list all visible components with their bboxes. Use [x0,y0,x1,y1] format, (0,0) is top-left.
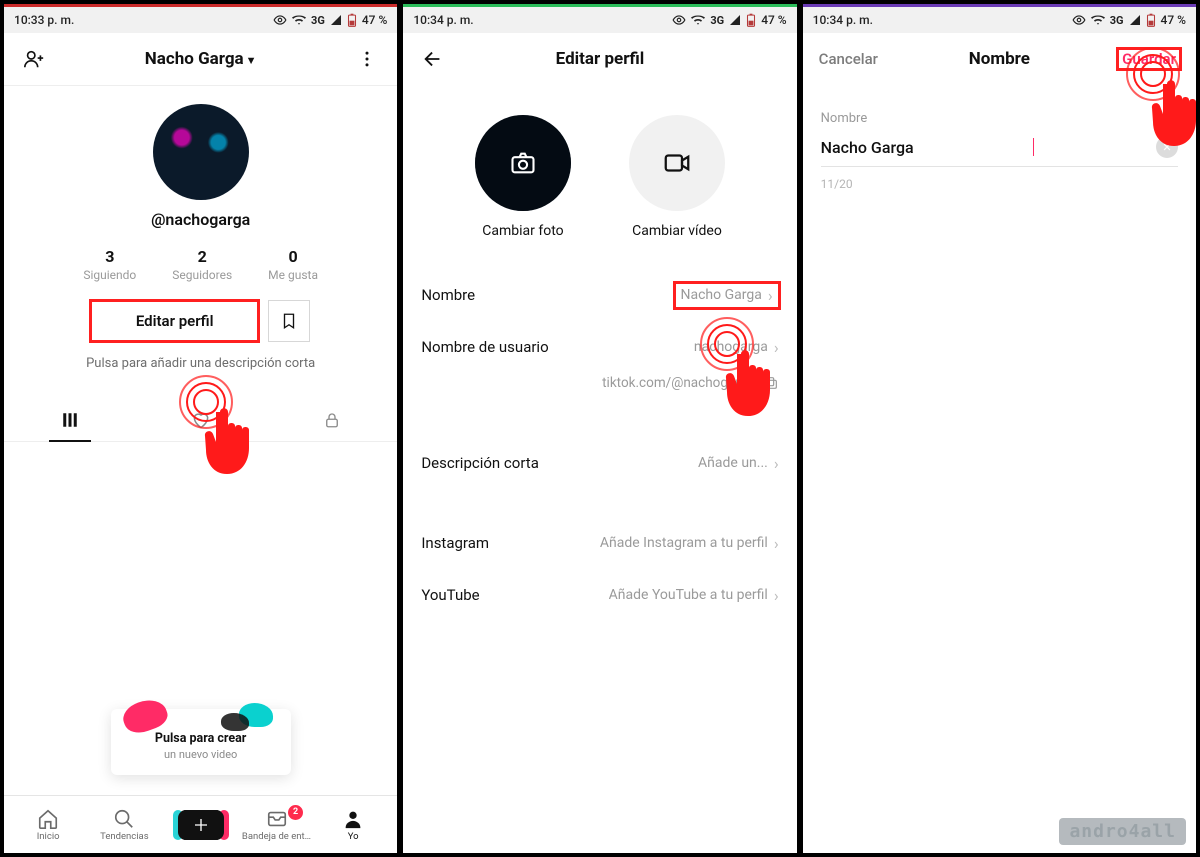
status-time: 10:33 p. m. [14,13,74,27]
row-bio[interactable]: Descripción corta Añade un... › [421,437,778,489]
chevron-right-icon: › [774,586,779,605]
add-friend-button[interactable] [20,45,48,73]
username-label[interactable]: @nachogarga [151,210,250,229]
status-bar: 10:34 p. m. 3G 47 % [803,7,1196,33]
name-topbar: Cancelar Nombre Guardar [803,33,1196,85]
nav-home[interactable]: Inicio [10,808,86,842]
bookmark-icon [280,312,298,330]
plus-icon [193,817,209,833]
row-youtube[interactable]: YouTube Añade YouTube a tu perfil › [421,569,778,621]
signal-icon [729,14,741,26]
clear-input-button[interactable] [1156,136,1178,158]
copy-icon [763,375,779,391]
cancel-button[interactable]: Cancelar [819,50,878,68]
eye-icon [273,13,287,27]
name-edit-form: Nombre 11/20 [803,85,1196,191]
bottom-nav: Inicio Tendencias 2 Bandeja de entrada Y… [4,795,397,853]
grid-icon [61,411,79,429]
search-icon [113,808,135,830]
save-button[interactable]: Guardar [1118,49,1180,69]
chevron-right-icon: › [774,338,779,357]
battery-icon [1146,13,1156,27]
row-instagram[interactable]: Instagram Añade Instagram a tu perfil › [421,517,778,569]
tab-private[interactable] [266,399,397,441]
avatar[interactable] [153,104,249,200]
text-cursor [1033,138,1035,156]
char-counter: 11/20 [821,177,1178,191]
profile-name-dropdown[interactable]: Nacho Garga▼ [4,49,397,69]
chevron-right-icon: › [768,286,773,305]
chevron-right-icon: › [774,534,779,553]
nav-me[interactable]: Yo [315,808,391,842]
edit-profile-button[interactable]: Editar perfil [91,301,259,341]
close-icon [1162,142,1172,152]
tab-feed[interactable] [4,399,135,441]
heart-icon [191,410,211,430]
change-video-button[interactable]: Cambiar vídeo [629,115,725,239]
screenshot-profile: 10:33 p. m. 3G 47 % Nacho Garga▼ @nachog… [4,4,397,853]
screenshot-edit-profile: 10:34 p. m. 3G 47 % Editar perfil Cambia… [403,4,796,853]
battery-pct: 47 % [362,13,387,27]
battery-icon [347,13,357,27]
media-row: Cambiar foto Cambiar vídeo [403,85,796,249]
feed-area: Pulsa para crear un nuevo video [4,442,397,795]
lock-icon [323,411,341,429]
stat-following[interactable]: 3 Siguiendo [83,247,136,282]
eye-icon [1072,13,1086,27]
tab-liked[interactable] [135,399,266,441]
eye-icon [672,13,686,27]
signal-icon [1129,14,1141,26]
edit-profile-topbar: Editar perfil [403,33,796,85]
signal-icon [330,14,342,26]
screenshot-edit-name: 10:34 p. m. 3G 47 % Cancelar Nombre Guar… [803,4,1196,853]
watermark: andro4all [1059,818,1186,845]
arrow-left-icon [422,48,444,70]
change-photo-button[interactable]: Cambiar foto [475,115,571,239]
network-label: 3G [311,14,325,27]
row-username[interactable]: Nombre de usuario nachogarga › [421,321,778,373]
battery-pct: 47 % [1161,13,1186,27]
row-name[interactable]: Nombre Nacho Garga › [421,269,778,321]
bio-hint[interactable]: Pulsa para añadir una descripción corta [86,356,315,371]
wifi-icon [292,13,306,27]
stats-row: 3 Siguiendo 2 Seguidores 0 Me gusta [83,247,318,282]
page-title: Editar perfil [403,49,796,69]
status-bar: 10:33 p. m. 3G 47 % [4,7,397,33]
profile-section: @nachogarga 3 Siguiendo 2 Seguidores 0 M… [4,86,397,371]
stat-followers[interactable]: 2 Seguidores [172,247,232,282]
inbox-icon [266,808,288,830]
back-button[interactable] [419,45,447,73]
status-bar: 10:34 p. m. 3G 47 % [403,7,796,33]
status-time: 10:34 p. m. [813,13,873,27]
nav-create[interactable] [163,810,239,840]
battery-pct: 47 % [761,13,786,27]
stat-likes[interactable]: 0 Me gusta [268,247,318,282]
name-input[interactable] [821,138,1024,157]
network-label: 3G [710,14,724,27]
network-label: 3G [1110,14,1124,27]
battery-icon [746,13,756,27]
chevron-right-icon: › [774,454,779,473]
create-video-hint[interactable]: Pulsa para crear un nuevo video [111,709,291,775]
inbox-badge: 2 [288,805,303,820]
more-options-button[interactable] [353,45,381,73]
profile-link-row[interactable]: tiktok.com/@nachogarga [403,373,796,409]
profile-tabs [4,399,397,442]
person-icon [342,808,364,830]
profile-topbar: Nacho Garga▼ [4,33,397,85]
wifi-icon [1091,13,1105,27]
edit-profile-list: Nombre Nacho Garga › Nombre de usuario n… [403,249,796,373]
video-icon [662,148,692,178]
home-icon [37,808,59,830]
nav-inbox[interactable]: 2 Bandeja de entrada [239,808,315,842]
camera-icon [509,149,537,177]
status-time: 10:34 p. m. [413,13,473,27]
bookmarks-button[interactable] [268,300,310,342]
field-label: Nombre [821,111,1178,126]
wifi-icon [691,13,705,27]
nav-discover[interactable]: Tendencias [86,808,162,842]
